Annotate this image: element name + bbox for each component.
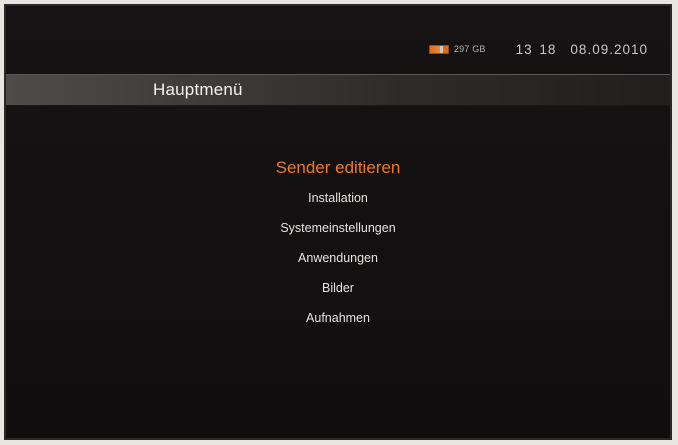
clock-time: 13 18: [515, 41, 557, 57]
menu-item-sender-editieren[interactable]: Sender editieren: [6, 153, 670, 183]
menu-item-installation[interactable]: Installation: [6, 183, 670, 213]
header-bar: Hauptmenü: [6, 74, 670, 106]
page-title: Hauptmenü: [153, 80, 243, 99]
hard-disk-icon: [428, 44, 449, 54]
disk-size: 297 GB: [453, 44, 486, 54]
clock-date: 08.09.2010: [570, 41, 648, 57]
main-menu: Sender editieren Installation Systemeins…: [6, 153, 670, 333]
menu-item-bilder[interactable]: Bilder: [6, 273, 670, 303]
menu-item-systemeinstellungen[interactable]: Systemeinstellungen: [6, 213, 670, 243]
menu-item-aufnahmen[interactable]: Aufnahmen: [6, 303, 670, 333]
tv-screen: 297 GB 13 18 08.09.2010 Hauptmenü Sender…: [6, 6, 670, 438]
status-bar: 297 GB 13 18 08.09.2010: [428, 39, 648, 59]
menu-item-anwendungen[interactable]: Anwendungen: [6, 243, 670, 273]
